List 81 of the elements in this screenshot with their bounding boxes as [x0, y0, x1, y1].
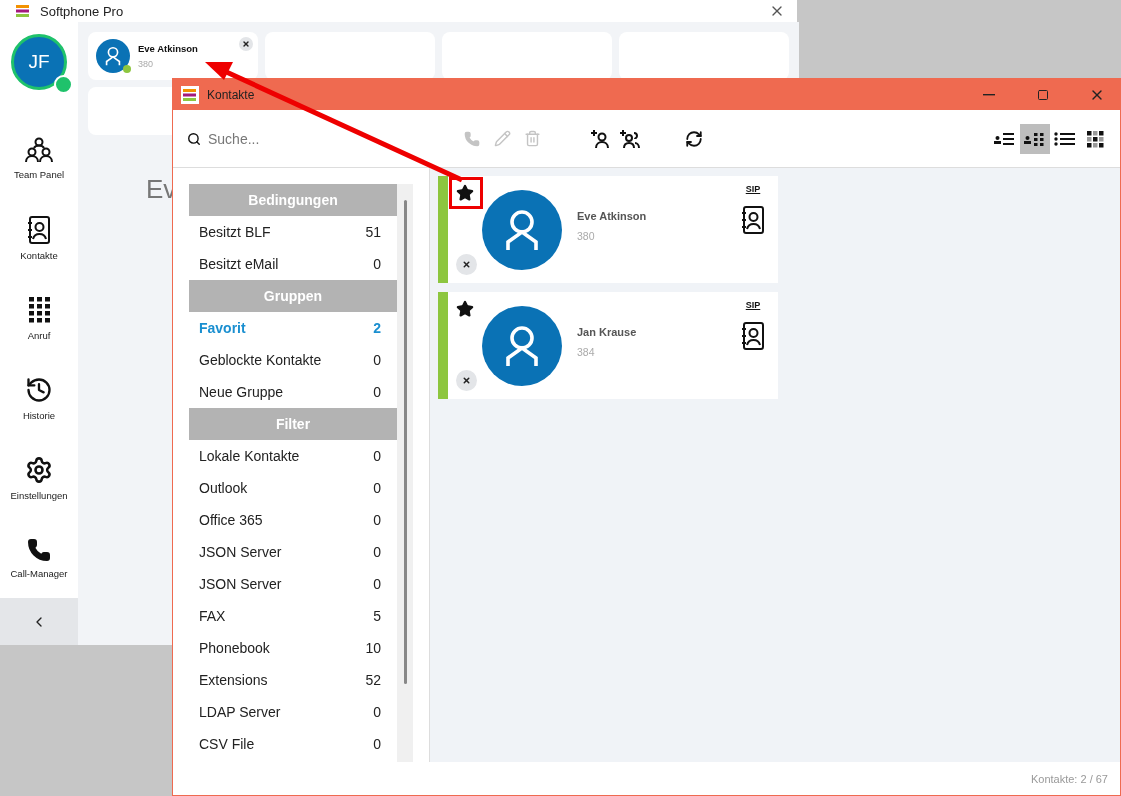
- filter-count: 0: [373, 384, 381, 400]
- contact-card-icon: [741, 206, 765, 234]
- list-icon: [1054, 129, 1076, 148]
- app-logo-icon: [16, 4, 30, 18]
- filter-count: 0: [373, 448, 381, 464]
- minimize-icon: [983, 93, 995, 96]
- filter-count: 52: [365, 672, 381, 688]
- settings-icon: [25, 455, 53, 484]
- section-header: Bedingungen: [189, 184, 397, 216]
- section-header: Gruppen: [189, 280, 397, 312]
- filter-count: 0: [373, 704, 381, 720]
- add-person-icon: [590, 128, 610, 149]
- remove-button[interactable]: [456, 370, 477, 391]
- remove-button[interactable]: [456, 254, 477, 275]
- phone-icon: [27, 537, 51, 562]
- app-logo-icon: [183, 87, 197, 102]
- filter-label: Lokale Kontakte: [199, 448, 300, 464]
- filter-count: 51: [365, 224, 381, 240]
- scrollbar-thumb[interactable]: [403, 200, 407, 684]
- close-icon: [462, 376, 471, 385]
- filter-count: 10: [365, 640, 381, 656]
- filter-label: FAX: [199, 608, 226, 624]
- dialpad-icon: [27, 295, 51, 324]
- filter-count: 0: [373, 512, 381, 528]
- user-avatar[interactable]: JF: [11, 34, 67, 90]
- view-mode-button[interactable]: [1020, 123, 1050, 154]
- remove-button[interactable]: [239, 37, 253, 51]
- add-people-icon: [619, 128, 641, 149]
- contact-name: Eve Atkinson: [577, 209, 648, 222]
- star-icon: [456, 300, 474, 318]
- filter-count: 0: [373, 576, 381, 592]
- close-icon: [462, 260, 471, 269]
- filter-label: Besitzt eMail: [199, 256, 279, 272]
- filter-count: 0: [373, 544, 381, 560]
- contact-card[interactable]: Jan Krause 384 SIP: [438, 292, 778, 399]
- contact-name: Eve Atkinson: [138, 43, 198, 54]
- extension-number: 384: [577, 345, 596, 358]
- filter-label: JSON Server: [199, 544, 282, 560]
- filter-count: 0: [373, 736, 381, 752]
- sync-icon: [685, 129, 703, 148]
- filter-label: LDAP Server: [199, 704, 281, 720]
- section-header: Filter: [189, 408, 397, 440]
- contact-card-icon: [27, 215, 51, 244]
- filter-count: 0: [373, 480, 381, 496]
- filter-count: 0: [373, 256, 381, 272]
- contact-card[interactable]: Eve Atkinson 380 SIP: [438, 176, 778, 283]
- filter-count: 5: [373, 608, 381, 624]
- tiles-icon: [1086, 129, 1104, 148]
- filter-count: 0: [373, 352, 381, 368]
- extension-number: 380: [577, 229, 596, 242]
- contact-count: Kontakte: 2 / 67: [1030, 772, 1108, 785]
- contact-name: Jan Krause: [577, 325, 638, 338]
- favorite-button[interactable]: [454, 182, 476, 204]
- filter-label: JSON Server: [199, 576, 282, 592]
- window-title: Softphone Pro: [40, 3, 125, 19]
- favorite-button[interactable]: [454, 298, 476, 320]
- pencil-icon: [493, 130, 511, 147]
- search-icon: [187, 131, 201, 146]
- trash-icon: [523, 130, 541, 147]
- extension-number: 380: [138, 59, 155, 69]
- filter-label: Favorit: [199, 320, 246, 336]
- filter-label: Besitzt BLF: [199, 224, 271, 240]
- filter-label: Neue Gruppe: [199, 384, 284, 400]
- maximize-icon: [1037, 88, 1049, 101]
- protocol-label: SIP: [745, 184, 761, 194]
- filter-label: Extensions: [199, 672, 268, 688]
- protocol-label: SIP: [745, 300, 761, 310]
- people-icon: [25, 136, 53, 163]
- filter-label: Geblockte Kontakte: [199, 352, 322, 368]
- team-card[interactable]: Eve Atkinson 380: [88, 32, 258, 80]
- filter-label: CSV File: [199, 736, 255, 752]
- close-icon: [242, 40, 250, 48]
- phone-icon: [464, 130, 480, 147]
- contact-card-icon: [741, 322, 765, 350]
- filter-label: Office 365: [199, 512, 263, 528]
- window-title: Kontakte: [207, 87, 256, 102]
- filter-label: Outlook: [199, 480, 248, 496]
- filter-label: Phonebook: [199, 640, 270, 656]
- star-icon: [456, 184, 474, 202]
- filter-count: 2: [373, 320, 381, 336]
- clock-icon: [25, 375, 53, 404]
